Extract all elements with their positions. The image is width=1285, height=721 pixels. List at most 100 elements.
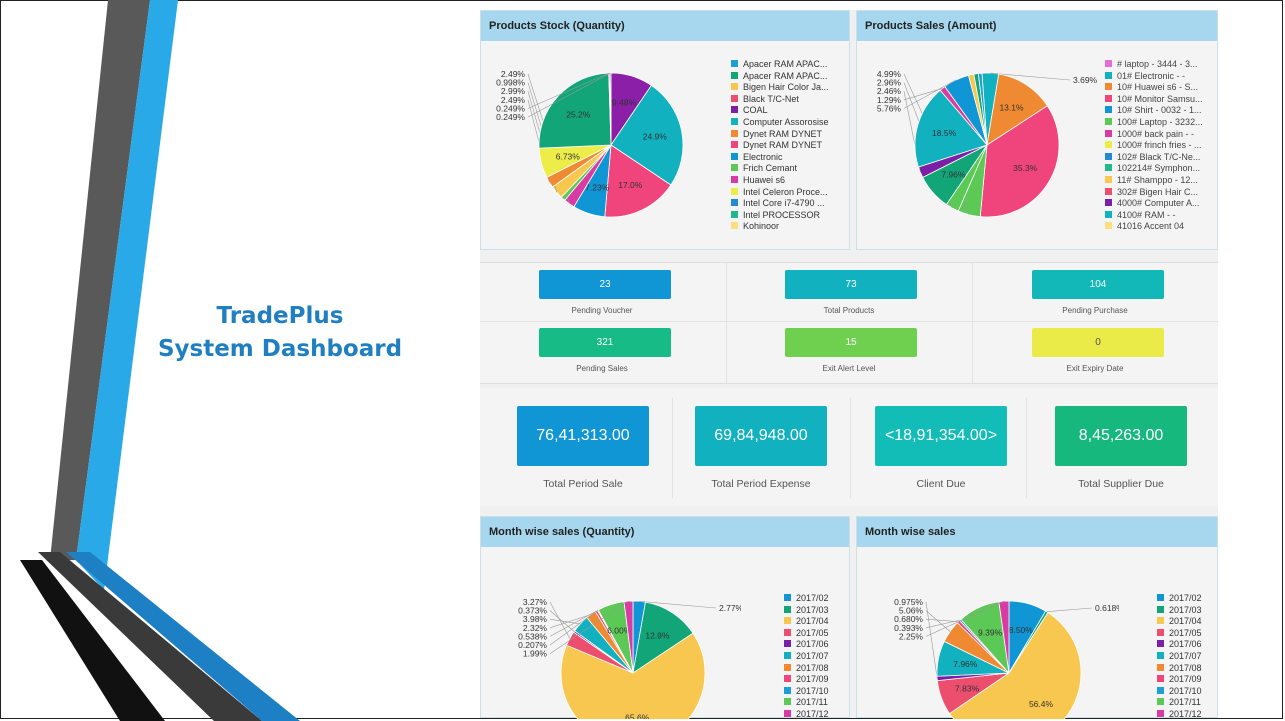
- legend-item[interactable]: 2017/02: [1157, 593, 1202, 605]
- legend-item[interactable]: 2017/03: [1157, 605, 1202, 617]
- pie-label: 13.1%: [999, 103, 1024, 113]
- legend-item[interactable]: 302# Bigen Hair C...: [1105, 187, 1203, 199]
- legend-swatch: [1105, 141, 1112, 149]
- legend-swatch: [1157, 617, 1164, 625]
- legend-item[interactable]: 10# Monitor Samsu...: [1105, 94, 1203, 106]
- legend-label: 10# Huawei s6 - S...: [1117, 82, 1199, 93]
- legend-item[interactable]: 10# Shirt - 0032 - 1...: [1105, 105, 1203, 117]
- legend-item[interactable]: 2017/07: [1157, 651, 1202, 663]
- pie-label: 17.0%: [618, 180, 643, 190]
- legend-swatch: [784, 628, 791, 636]
- legend-swatch: [731, 222, 738, 230]
- legend-item[interactable]: 102214# Symphon...: [1105, 163, 1203, 175]
- kpi-exit-alert-level[interactable]: 15: [785, 328, 917, 357]
- legend-item[interactable]: 4000# Computer A...: [1105, 198, 1203, 210]
- month-sales-pie: 8.50%0.618%56.4%7.83%0.975%7.96%5.06%0.6…: [894, 597, 1119, 719]
- legend-swatch: [1105, 60, 1112, 67]
- legend-item[interactable]: Dynet RAM DYNET: [731, 140, 829, 152]
- legend-label: 2017/08: [796, 662, 829, 673]
- total-supplier-due-box[interactable]: 8,45,263.00: [1055, 406, 1187, 466]
- legend-label: 11# Shamppo - 12...: [1117, 174, 1198, 185]
- legend-label: 2017/02: [1169, 593, 1202, 603]
- legend-item[interactable]: Frich Cemant: [731, 163, 829, 175]
- legend-item[interactable]: Apacer RAM APAC...: [731, 59, 829, 71]
- legend-swatch: [1157, 675, 1164, 683]
- legend-item[interactable]: 11# Shamppo - 12...: [1105, 175, 1203, 187]
- legend-item[interactable]: Electronic: [731, 152, 829, 164]
- legend-item[interactable]: 2017/05: [784, 628, 829, 640]
- pie-label: 7.23%: [585, 183, 610, 193]
- legend-swatch: [784, 617, 791, 625]
- divider: [480, 321, 1218, 322]
- legend-item[interactable]: 2017/11: [1157, 697, 1202, 709]
- legend-label: 1000# back pain - -: [1117, 128, 1195, 139]
- legend-label: 2017/05: [796, 627, 829, 638]
- legend-item[interactable]: 2017/09: [784, 674, 829, 686]
- legend-item[interactable]: 2017/12: [1157, 709, 1202, 721]
- legend-item[interactable]: Kohinoor: [731, 221, 829, 233]
- kpi-label: Exit Alert Level: [822, 364, 876, 373]
- legend-label: 2017/11: [1169, 697, 1201, 708]
- legend-item[interactable]: Black T/C-Net: [731, 94, 829, 106]
- legend-item[interactable]: Intel PROCESSOR: [731, 210, 829, 222]
- legend-item[interactable]: 2017/03: [784, 605, 829, 617]
- dashboard-screenshot: Products Stock (Quantity) 9.48% 24.9% 17.0…: [480, 10, 1218, 721]
- legend-item[interactable]: 100# Laptop - 3232...: [1105, 117, 1203, 129]
- legend-swatch: [731, 60, 738, 67]
- legend-item[interactable]: 2017/09: [1157, 674, 1202, 686]
- legend-swatch: [731, 129, 738, 137]
- kpi-pending-sales[interactable]: 321: [539, 328, 671, 357]
- legend-item[interactable]: 4100# RAM - -: [1105, 210, 1203, 222]
- legend-item[interactable]: 2017/06: [1157, 639, 1202, 651]
- legend-item[interactable]: Apacer RAM APAC...: [731, 71, 829, 83]
- pie-label: 35.3%: [1013, 163, 1038, 173]
- legend-item[interactable]: Huawei s6: [731, 175, 829, 187]
- legend-swatch: [1157, 663, 1164, 671]
- legend-item[interactable]: 1000# back pain - -: [1105, 129, 1203, 141]
- products-stock-legend: Apacer RAM APAC... Apacer RAM APAC... Bige…: [731, 59, 829, 235]
- legend-item[interactable]: 2017/08: [784, 663, 829, 675]
- legend-item[interactable]: 01# Electronic - -: [1105, 71, 1203, 83]
- legend-item[interactable]: 2017/10: [1157, 686, 1202, 698]
- legend-item[interactable]: 2017/05: [1157, 628, 1202, 640]
- legend-item[interactable]: COAL: [731, 105, 829, 117]
- kpi-exit-expiry-date[interactable]: 0: [1032, 328, 1164, 357]
- legend-item[interactable]: Computer Assorosise: [731, 117, 829, 129]
- total-period-sale-box[interactable]: 76,41,313.00: [517, 406, 649, 466]
- pie-label: 2.77%: [719, 603, 741, 613]
- legend-swatch: [1105, 175, 1112, 183]
- legend-item[interactable]: 2017/11: [784, 697, 829, 709]
- legend-item[interactable]: 2017/12: [784, 709, 829, 721]
- kpi-value: 0: [1095, 337, 1101, 348]
- legend-item[interactable]: 10# Huawei s6 - S...: [1105, 82, 1203, 94]
- legend-item[interactable]: 2017/04: [1157, 616, 1202, 628]
- legend-item[interactable]: 1000# frinch fries - ...: [1105, 140, 1203, 152]
- legend-item[interactable]: # laptop - 3444 - 3...: [1105, 59, 1203, 71]
- legend-swatch: [731, 141, 738, 149]
- total-period-expense-box[interactable]: 69,84,948.00: [695, 406, 827, 466]
- legend-label: 2017/07: [1169, 650, 1202, 661]
- kpi-total-products[interactable]: 73: [785, 270, 917, 299]
- panel-month-wise-quantity: Month wise sales (Quantity) 2.77% 12.9% 65…: [480, 516, 850, 721]
- legend-item[interactable]: 2017/04: [784, 616, 829, 628]
- legend-item[interactable]: 102# Black T/C-Ne...: [1105, 152, 1203, 164]
- kpi-pending-purchase[interactable]: 104: [1032, 270, 1164, 299]
- legend-label: 4000# Computer A...: [1117, 198, 1200, 209]
- legend-item[interactable]: Intel Celeron Proce...: [731, 187, 829, 199]
- legend-swatch: [1105, 222, 1112, 230]
- legend-item[interactable]: 2017/06: [784, 639, 829, 651]
- legend-label: 2017/04: [1169, 616, 1202, 627]
- legend-item[interactable]: 2017/02: [784, 593, 829, 605]
- legend-label: COAL: [743, 105, 768, 116]
- legend-item[interactable]: 2017/07: [784, 651, 829, 663]
- kpi-pending-voucher[interactable]: 23: [539, 270, 671, 299]
- legend-item[interactable]: Bigen Hair Color Ja...: [731, 82, 829, 94]
- products-stock-pie: 9.48%24.9%17.0%7.23%2.49%0.998%2.99%2.49…: [496, 69, 684, 218]
- legend-item[interactable]: Dynet RAM DYNET: [731, 129, 829, 141]
- client-due-box[interactable]: <18,91,354.00>: [875, 406, 1007, 466]
- legend-label: 100# Laptop - 3232...: [1117, 116, 1203, 127]
- legend-item[interactable]: Intel Core i7-4790 ...: [731, 198, 829, 210]
- legend-item[interactable]: 2017/08: [1157, 663, 1202, 675]
- legend-item[interactable]: 41016 Accent 04: [1105, 221, 1203, 233]
- legend-item[interactable]: 2017/10: [784, 686, 829, 698]
